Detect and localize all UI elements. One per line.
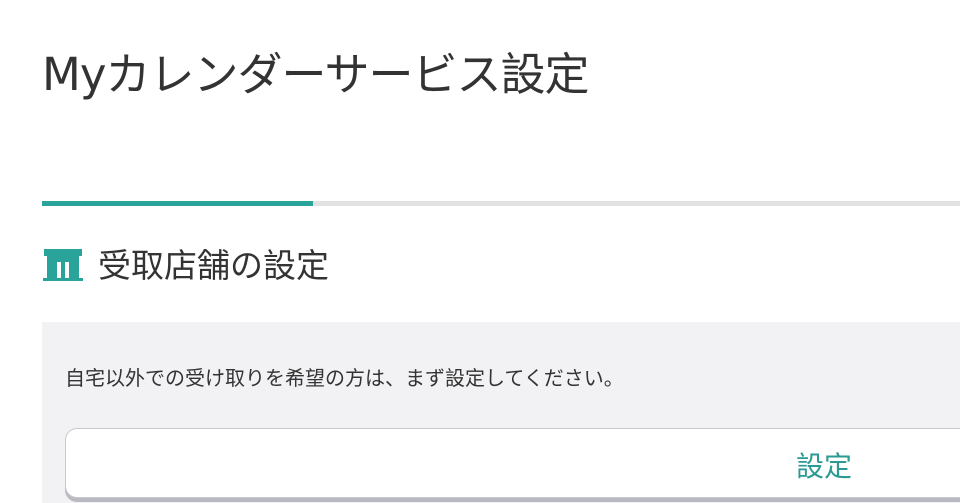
store-setting-panel: 自宅以外での受け取りを希望の方は、まず設定してください。 設定 xyxy=(42,322,960,503)
progress-bar xyxy=(42,201,960,206)
progress-bar-fill xyxy=(42,201,313,206)
store-icon xyxy=(42,240,88,286)
page-title: Myカレンダーサービス設定 xyxy=(42,48,590,101)
section-header: 受取店舗の設定 xyxy=(42,238,329,288)
section-title: 受取店舗の設定 xyxy=(98,246,329,285)
setting-button[interactable]: 設定 xyxy=(65,428,960,498)
page: Myカレンダーサービス設定 受取店舗の設定 自宅以外での受け取りを希望の方は、ま… xyxy=(0,0,960,503)
setting-button-label: 設定 xyxy=(796,450,853,483)
panel-description: 自宅以外での受け取りを希望の方は、まず設定してください。 xyxy=(65,366,624,390)
